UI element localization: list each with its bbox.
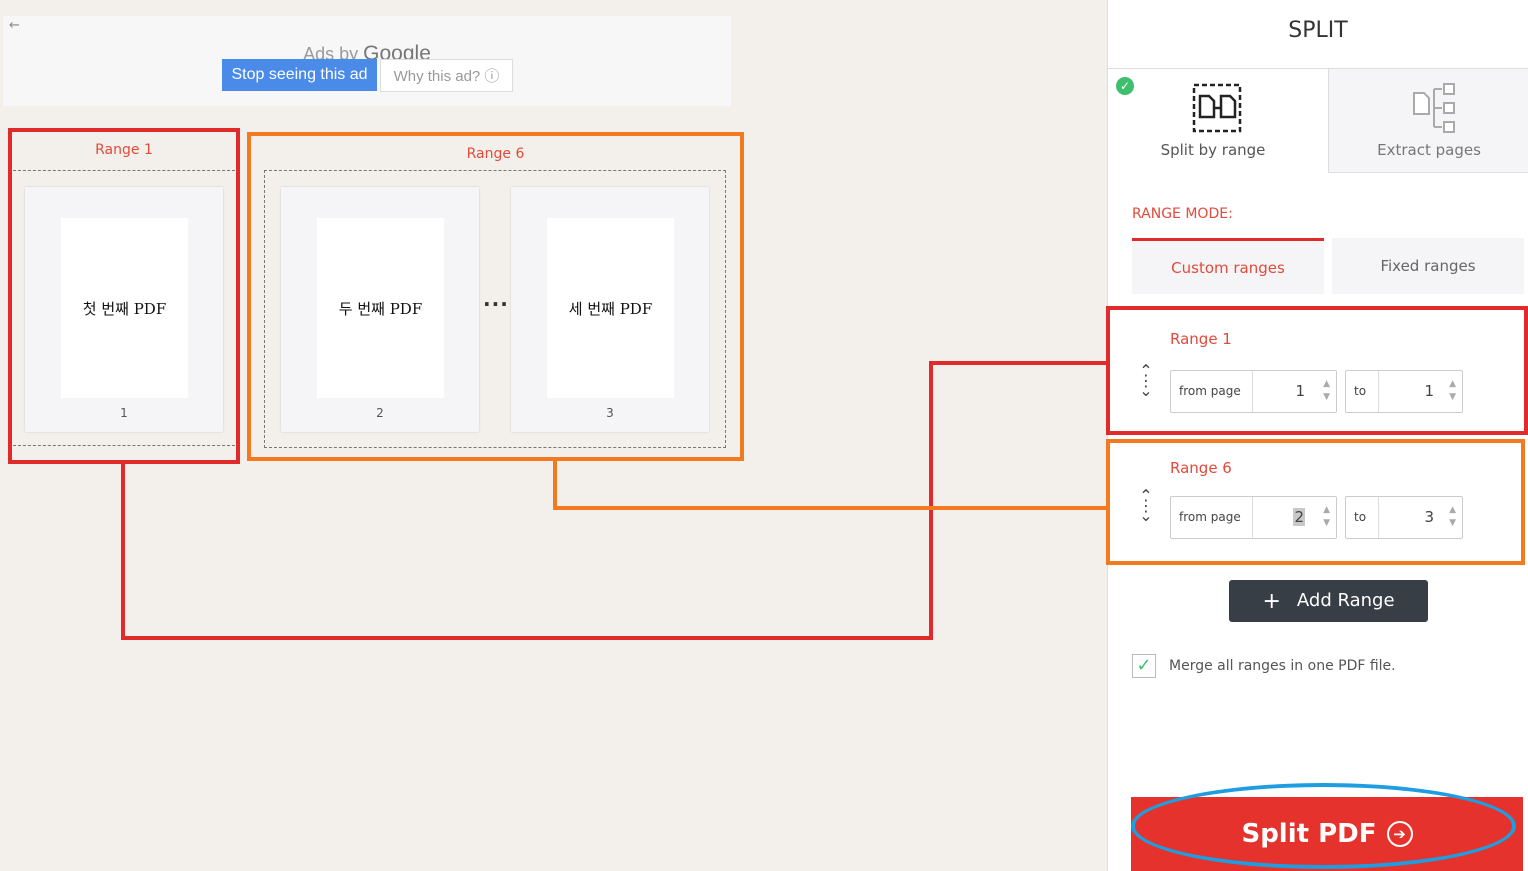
from-page-label: from page (1171, 371, 1253, 412)
add-range-button[interactable]: + Add Range (1229, 580, 1428, 622)
page-thumbnail-content: 세 번째 PDF (547, 218, 674, 398)
page-thumbnail-2[interactable]: 두 번째 PDF 2 (281, 187, 479, 432)
range-1-from-page-input[interactable]: 1 (1257, 371, 1305, 412)
drag-handle-icon[interactable]: ⌃ ⋮ ⌄ (1138, 363, 1154, 399)
page-thumbnail-1[interactable]: 첫 번째 PDF 1 (25, 187, 223, 432)
fixed-ranges-tab[interactable]: Fixed ranges (1332, 238, 1524, 294)
merge-ranges-checkbox[interactable]: ✓ (1132, 654, 1156, 678)
ad-banner: ← Ads by Google Stop seeing this ad Why … (3, 16, 731, 106)
add-range-label: Add Range (1296, 589, 1395, 611)
sidebar-title: SPLIT (1288, 18, 1348, 43)
pages-ellipsis: ··· (483, 292, 509, 316)
stop-seeing-ad-button[interactable]: Stop seeing this ad (222, 59, 377, 91)
extract-pages-option[interactable]: Extract pages (1328, 69, 1528, 173)
arrow-right-circle-icon: ➔ (1386, 821, 1413, 847)
stepper-icon[interactable]: ▲ ▼ (1323, 504, 1330, 530)
why-this-ad-button[interactable]: Why this ad? ⓘ (380, 59, 513, 92)
page-thumbnail-3[interactable]: 세 번째 PDF 3 (511, 187, 709, 432)
plus-icon: + (1262, 588, 1281, 614)
page-number: 3 (606, 406, 614, 420)
extract-pages-label: Extract pages (1377, 141, 1481, 159)
range-1-to-page-input[interactable]: 1 (1384, 371, 1434, 412)
ad-back-icon[interactable]: ← (9, 18, 20, 33)
split-pdf-label: Split PDF (1241, 819, 1377, 849)
range-1-block: Range 1 ⌃ ⋮ ⌄ from page 1 ▲ ▼ to 1 ▲ ▼ (1106, 306, 1528, 435)
range-1-from-page-field[interactable]: from page 1 ▲ ▼ (1170, 370, 1337, 413)
stepper-icon[interactable]: ▲ ▼ (1449, 504, 1456, 530)
split-by-range-label: Split by range (1160, 141, 1266, 159)
custom-ranges-tab[interactable]: Custom ranges (1132, 238, 1324, 294)
page-thumbnail-content: 첫 번째 PDF (61, 218, 188, 398)
range-6-to-page-input[interactable]: 3 (1384, 497, 1434, 538)
extract-pages-icon (1413, 83, 1455, 133)
range-6-connector-line (553, 461, 1107, 510)
range-mode-label: RANGE MODE: (1132, 206, 1233, 222)
page-number: 2 (376, 406, 384, 420)
split-by-range-option[interactable]: ✓ Split by range (1108, 69, 1318, 173)
range-6-from-page-input[interactable]: 2 (1257, 497, 1305, 538)
range-6-from-page-field[interactable]: from page 2 ▲ ▼ (1170, 496, 1337, 539)
from-page-label: from page (1171, 497, 1253, 538)
to-page-label: to (1346, 497, 1379, 538)
drag-handle-icon[interactable]: ⌃ ⋮ ⌄ (1138, 488, 1154, 524)
split-sidebar: SPLIT ✓ Split by range Extract pages RAN… (1106, 0, 1528, 871)
split-pdf-button[interactable]: Split PDF ➔ (1131, 797, 1523, 871)
selected-check-icon: ✓ (1116, 77, 1134, 95)
split-by-range-icon (1192, 83, 1242, 133)
range-1-name: Range 1 (1170, 330, 1232, 348)
preview-range-1-label: Range 1 (95, 142, 153, 158)
preview-range-6-label: Range 6 (466, 146, 525, 162)
range-6-to-page-field[interactable]: to 3 ▲ ▼ (1345, 496, 1463, 539)
page-thumbnail-content: 두 번째 PDF (317, 218, 444, 398)
stepper-icon[interactable]: ▲ ▼ (1449, 378, 1456, 404)
range-1-to-page-field[interactable]: to 1 ▲ ▼ (1345, 370, 1463, 413)
page-number: 1 (120, 406, 128, 420)
merge-ranges-label[interactable]: Merge all ranges in one PDF file. (1169, 658, 1396, 674)
range-6-block: Range 6 ⌃ ⋮ ⌄ from page 2 ▲ ▼ to 3 ▲ ▼ (1106, 439, 1525, 565)
range-6-name: Range 6 (1170, 459, 1232, 477)
stepper-icon[interactable]: ▲ ▼ (1323, 378, 1330, 404)
selected-value-text: 2 (1293, 508, 1305, 526)
to-page-label: to (1346, 371, 1379, 412)
